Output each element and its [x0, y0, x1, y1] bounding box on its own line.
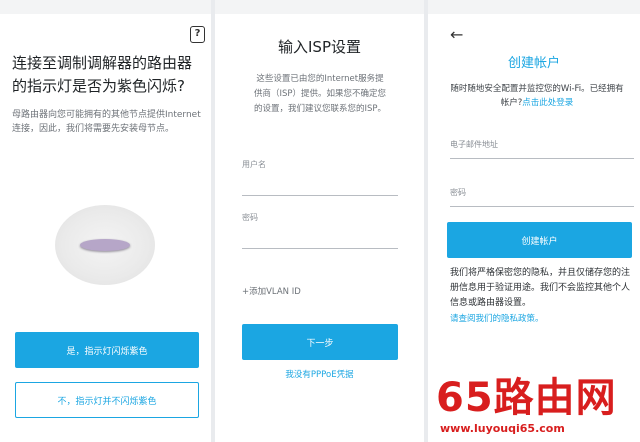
privacy-statement: 我们将严格保密您的隐私，并且仅储存您的注册信息用于验证用途。我们不会监控其他个人…: [450, 268, 631, 308]
site-watermark: 65路由网 www.luyouqi65.com: [436, 376, 636, 440]
password-input[interactable]: [450, 206, 634, 207]
no-pppoe-credentials-link[interactable]: 我没有PPPoE凭据: [215, 368, 424, 380]
isp-settings-screen: 输入ISP设置 这些设置已由您的Internet服务提供商（ISP）提供。如果您…: [215, 0, 424, 442]
password-label: 密码: [242, 213, 258, 222]
username-label: 用户名: [242, 160, 266, 169]
router-illustration: [55, 205, 155, 285]
page-description: 母路由器向您可能拥有的其他节点提供Internet连接，因此，我们将需要先安装母…: [12, 110, 201, 134]
password-input[interactable]: [242, 248, 398, 249]
no-not-blinking-purple-button[interactable]: 不，指示灯并不闪烁紫色: [15, 382, 199, 418]
led-check-screen: ? 连接至调制调解器的路由器的指示灯是否为紫色闪烁? 母路由器向您可能拥有的其他…: [0, 0, 211, 442]
status-bar: [215, 0, 424, 14]
page-description: 随时随地安全配置并监控您的Wi-Fi。已经拥有帐户?点击此处登录: [448, 82, 626, 110]
create-account-button[interactable]: 创建帐户: [447, 222, 632, 258]
watermark-url: www.luyouqi65.com: [440, 422, 565, 435]
email-input[interactable]: [450, 158, 634, 159]
page-description: 这些设置已由您的Internet服务提供商（ISP）提供。如果您不确定您的设置，…: [253, 74, 387, 114]
status-bar: [428, 0, 640, 14]
watermark-logo-text: 65路由网: [436, 375, 617, 421]
login-link[interactable]: 点击此处登录: [522, 98, 573, 108]
add-vlan-link[interactable]: +添加VLAN ID: [242, 285, 301, 297]
page-title: 输入ISP设置: [278, 38, 361, 56]
back-arrow-icon[interactable]: ←: [450, 25, 463, 44]
page-title: 连接至调制调解器的路由器的指示灯是否为紫色闪烁?: [12, 54, 193, 95]
status-bar: [0, 0, 211, 14]
username-input[interactable]: [242, 195, 398, 196]
next-button[interactable]: 下一步: [242, 324, 398, 360]
purple-led-light: [80, 239, 130, 251]
privacy-policy-link[interactable]: 请查阅我们的隐私政策。: [450, 312, 544, 324]
password-label: 密码: [450, 188, 466, 197]
yes-blinking-purple-button[interactable]: 是，指示灯闪烁紫色: [15, 332, 199, 368]
page-title: 创建帐户: [507, 56, 560, 71]
email-label: 电子邮件地址: [450, 140, 498, 149]
help-icon[interactable]: ?: [190, 26, 205, 43]
